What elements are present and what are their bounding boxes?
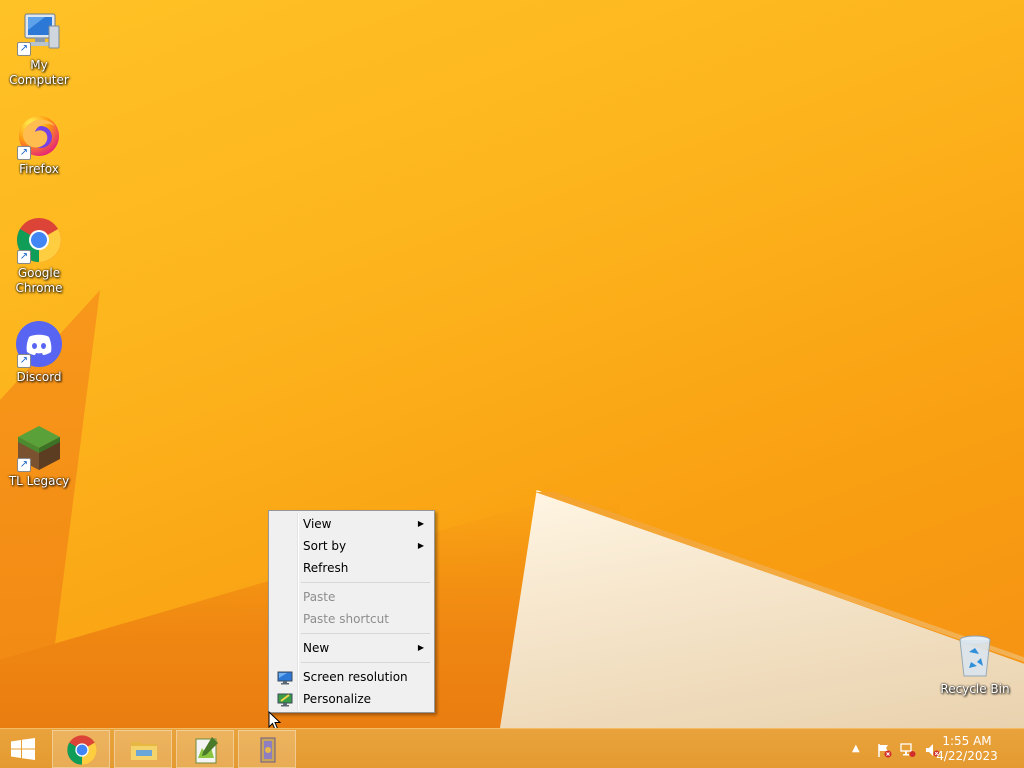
desktop-icon-label: My Computer [9, 58, 69, 87]
desktop-icon-label: Firefox [19, 162, 59, 176]
menu-item-label: View [303, 517, 332, 531]
menu-item-label: Screen resolution [303, 670, 408, 684]
clock-date: 4/22/2023 [936, 749, 998, 763]
show-hidden-icons-button[interactable]: ▲ [852, 743, 868, 759]
folder-icon [131, 742, 157, 760]
desktop-icon-tl-legacy[interactable]: ↗ TL Legacy [0, 424, 78, 489]
taskbar-button-file-explorer[interactable] [114, 730, 172, 768]
taskbar-clock[interactable]: 1:55 AM 4/22/2023 [932, 734, 1002, 764]
menu-item-label: New [303, 641, 330, 655]
taskbar-button-notepadpp[interactable] [176, 730, 234, 768]
screen-resolution-icon [277, 670, 293, 685]
desktop-context-menu: View ▶ Sort by ▶ Refresh Paste Paste sho… [268, 510, 435, 713]
discord-icon: ↗ [15, 320, 63, 368]
shortcut-arrow-icon: ↗ [17, 42, 31, 56]
menu-item-new[interactable]: New ▶ [271, 637, 432, 659]
notepadpp-icon [195, 737, 218, 764]
submenu-arrow-icon: ▶ [417, 519, 424, 528]
menu-item-label: Sort by [303, 539, 347, 553]
desktop-icon-label: Google Chrome [15, 266, 63, 295]
submenu-arrow-icon: ▶ [417, 643, 424, 652]
desktop-icon-label: TL Legacy [8, 474, 70, 488]
desktop-icon-google-chrome[interactable]: ↗ Google Chrome [0, 216, 78, 296]
shortcut-arrow-icon: ↗ [17, 146, 31, 160]
desktop-icon-discord[interactable]: ↗ Discord [0, 320, 78, 385]
clock-time: 1:55 AM [942, 734, 992, 748]
action-center-flag-icon[interactable] [876, 742, 892, 758]
desktop-icon-label: Recycle Bin [940, 682, 1010, 696]
desktop[interactable]: ↗ My Computer ↗ Firefox ↗ Google Chrome … [0, 0, 1024, 728]
firefox-icon: ↗ [15, 112, 63, 160]
personalize-icon [277, 692, 293, 707]
menu-item-label: Personalize [303, 692, 372, 706]
computer-icon: ↗ [15, 8, 63, 56]
menu-item-screen-resolution[interactable]: Screen resolution [271, 666, 432, 688]
recycle-bin-icon [951, 632, 999, 680]
start-button[interactable] [0, 729, 48, 768]
menu-item-paste-shortcut: Paste shortcut [271, 608, 432, 630]
menu-separator [301, 579, 432, 586]
network-icon[interactable] [900, 742, 916, 758]
desktop-icon-firefox[interactable]: ↗ Firefox [0, 112, 78, 177]
menu-item-paste: Paste [271, 586, 432, 608]
taskbar: ▲ 1:55 AM 4/22/2023 [0, 728, 1024, 768]
shortcut-arrow-icon: ↗ [17, 250, 31, 264]
menu-separator [301, 630, 432, 637]
menu-item-sort-by[interactable]: Sort by ▶ [271, 535, 432, 557]
desktop-icon-my-computer[interactable]: ↗ My Computer [0, 8, 78, 88]
chrome-icon [67, 735, 97, 765]
minecraft-grass-block-icon: ↗ [15, 424, 63, 472]
menu-item-label: Paste [303, 590, 336, 604]
menu-item-personalize[interactable]: Personalize [271, 688, 432, 710]
taskbar-button-application[interactable] [238, 730, 296, 768]
shortcut-arrow-icon: ↗ [17, 458, 31, 472]
windows-logo-icon [11, 738, 35, 760]
taskbar-button-chrome[interactable] [52, 730, 110, 768]
desktop-icon-label: Discord [16, 370, 62, 384]
submenu-arrow-icon: ▶ [417, 541, 424, 550]
menu-item-refresh[interactable]: Refresh [271, 557, 432, 579]
menu-item-label: Refresh [303, 561, 349, 575]
shortcut-arrow-icon: ↗ [17, 354, 31, 368]
app-icon [260, 737, 276, 763]
menu-item-label: Paste shortcut [303, 612, 389, 626]
chrome-icon: ↗ [15, 216, 63, 264]
menu-separator [301, 659, 432, 666]
desktop-icon-recycle-bin[interactable]: Recycle Bin [936, 632, 1014, 697]
menu-item-view[interactable]: View ▶ [271, 513, 432, 535]
